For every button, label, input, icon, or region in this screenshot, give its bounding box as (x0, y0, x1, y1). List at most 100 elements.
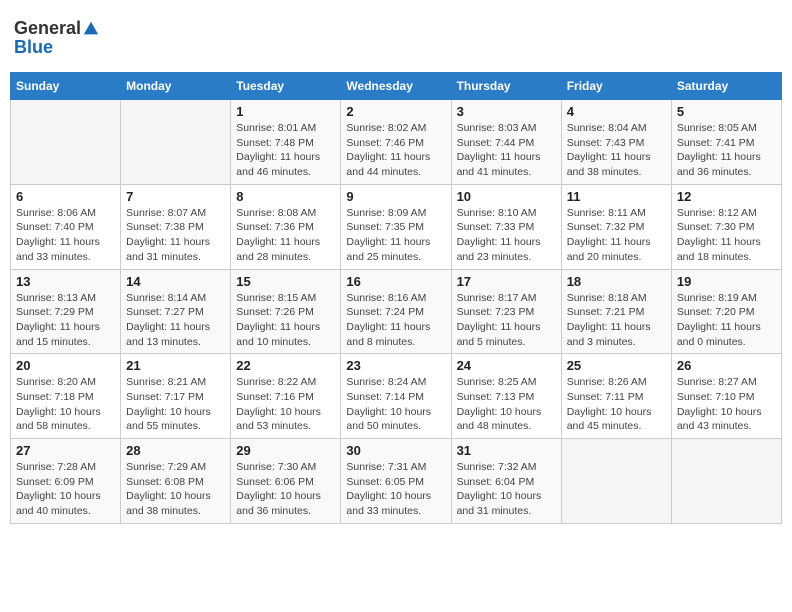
day-number: 2 (346, 104, 445, 119)
calendar-cell: 9 Sunrise: 8:09 AM Sunset: 7:35 PM Daylig… (341, 184, 451, 269)
day-info: Sunrise: 8:06 AM Sunset: 7:40 PM Dayligh… (16, 206, 115, 265)
day-number: 4 (567, 104, 666, 119)
calendar-cell: 19 Sunrise: 8:19 AM Sunset: 7:20 PM Dayli… (671, 269, 781, 354)
day-number: 7 (126, 189, 225, 204)
day-info: Sunrise: 8:05 AM Sunset: 7:41 PM Dayligh… (677, 121, 776, 180)
calendar-cell: 30 Sunrise: 7:31 AM Sunset: 6:05 PM Dayli… (341, 439, 451, 524)
day-info: Sunrise: 8:19 AM Sunset: 7:20 PM Dayligh… (677, 291, 776, 350)
day-number: 20 (16, 358, 115, 373)
calendar-header-row: SundayMondayTuesdayWednesdayThursdayFrid… (11, 73, 782, 100)
calendar-cell: 25Sunrise: 8:26 AM Sunset: 7:11 PM Dayli… (561, 354, 671, 439)
day-number: 22 (236, 358, 335, 373)
calendar-cell: 16 Sunrise: 8:16 AM Sunset: 7:24 PM Dayli… (341, 269, 451, 354)
day-info: Sunrise: 8:13 AM Sunset: 7:29 PM Dayligh… (16, 291, 115, 350)
day-info: Sunrise: 8:22 AM Sunset: 7:16 PM Dayligh… (236, 375, 335, 434)
day-info: Sunrise: 8:27 AM Sunset: 7:10 PM Dayligh… (677, 375, 776, 434)
day-number: 27 (16, 443, 115, 458)
calendar-cell: 15Sunrise: 8:15 AM Sunset: 7:26 PM Dayli… (231, 269, 341, 354)
day-info: Sunrise: 8:08 AM Sunset: 7:36 PM Dayligh… (236, 206, 335, 265)
day-header-saturday: Saturday (671, 73, 781, 100)
day-number: 13 (16, 274, 115, 289)
calendar-cell: 26 Sunrise: 8:27 AM Sunset: 7:10 PM Dayli… (671, 354, 781, 439)
day-number: 26 (677, 358, 776, 373)
calendar-cell: 21Sunrise: 8:21 AM Sunset: 7:17 PM Dayli… (121, 354, 231, 439)
day-info: Sunrise: 8:24 AM Sunset: 7:14 PM Dayligh… (346, 375, 445, 434)
calendar-cell (671, 439, 781, 524)
day-number: 10 (457, 189, 556, 204)
day-number: 12 (677, 189, 776, 204)
day-number: 3 (457, 104, 556, 119)
day-number: 14 (126, 274, 225, 289)
day-number: 21 (126, 358, 225, 373)
day-info: Sunrise: 7:31 AM Sunset: 6:05 PM Dayligh… (346, 460, 445, 519)
day-info: Sunrise: 8:01 AM Sunset: 7:48 PM Dayligh… (236, 121, 335, 180)
day-number: 1 (236, 104, 335, 119)
calendar-cell (561, 439, 671, 524)
day-number: 25 (567, 358, 666, 373)
day-info: Sunrise: 8:04 AM Sunset: 7:43 PM Dayligh… (567, 121, 666, 180)
calendar-cell: 18Sunrise: 8:18 AM Sunset: 7:21 PM Dayli… (561, 269, 671, 354)
calendar-cell: 22 Sunrise: 8:22 AM Sunset: 7:16 PM Dayli… (231, 354, 341, 439)
day-number: 5 (677, 104, 776, 119)
day-number: 16 (346, 274, 445, 289)
day-info: Sunrise: 8:20 AM Sunset: 7:18 PM Dayligh… (16, 375, 115, 434)
calendar-cell: 28 Sunrise: 7:29 AM Sunset: 6:08 PM Dayli… (121, 439, 231, 524)
calendar-cell: 31Sunrise: 7:32 AM Sunset: 6:04 PM Dayli… (451, 439, 561, 524)
day-number: 30 (346, 443, 445, 458)
day-info: Sunrise: 8:16 AM Sunset: 7:24 PM Dayligh… (346, 291, 445, 350)
day-number: 11 (567, 189, 666, 204)
calendar-cell: 7 Sunrise: 8:07 AM Sunset: 7:38 PM Daylig… (121, 184, 231, 269)
calendar-cell (121, 100, 231, 185)
calendar-cell: 24Sunrise: 8:25 AM Sunset: 7:13 PM Dayli… (451, 354, 561, 439)
day-number: 18 (567, 274, 666, 289)
logo: General Blue (14, 18, 100, 58)
day-info: Sunrise: 8:09 AM Sunset: 7:35 PM Dayligh… (346, 206, 445, 265)
calendar-cell: 10 Sunrise: 8:10 AM Sunset: 7:33 PM Dayli… (451, 184, 561, 269)
calendar-week-row: 1 Sunrise: 8:01 AM Sunset: 7:48 PM Daylig… (11, 100, 782, 185)
calendar-cell: 14 Sunrise: 8:14 AM Sunset: 7:27 PM Dayli… (121, 269, 231, 354)
logo-icon (82, 20, 100, 38)
day-info: Sunrise: 7:28 AM Sunset: 6:09 PM Dayligh… (16, 460, 115, 519)
page-header: General Blue (10, 10, 782, 66)
calendar-week-row: 20 Sunrise: 8:20 AM Sunset: 7:18 PM Dayli… (11, 354, 782, 439)
calendar-cell: 11 Sunrise: 8:11 AM Sunset: 7:32 PM Dayli… (561, 184, 671, 269)
logo-blue-text: Blue (14, 37, 53, 58)
day-header-thursday: Thursday (451, 73, 561, 100)
calendar-cell: 17 Sunrise: 8:17 AM Sunset: 7:23 PM Dayli… (451, 269, 561, 354)
day-info: Sunrise: 8:14 AM Sunset: 7:27 PM Dayligh… (126, 291, 225, 350)
calendar-cell: 4 Sunrise: 8:04 AM Sunset: 7:43 PM Daylig… (561, 100, 671, 185)
day-number: 9 (346, 189, 445, 204)
calendar-cell: 23 Sunrise: 8:24 AM Sunset: 7:14 PM Dayli… (341, 354, 451, 439)
day-number: 28 (126, 443, 225, 458)
day-number: 23 (346, 358, 445, 373)
calendar-cell: 6 Sunrise: 8:06 AM Sunset: 7:40 PM Daylig… (11, 184, 121, 269)
calendar-cell: 20 Sunrise: 8:20 AM Sunset: 7:18 PM Dayli… (11, 354, 121, 439)
calendar-cell: 13 Sunrise: 8:13 AM Sunset: 7:29 PM Dayli… (11, 269, 121, 354)
day-number: 6 (16, 189, 115, 204)
calendar-table: SundayMondayTuesdayWednesdayThursdayFrid… (10, 72, 782, 524)
day-number: 19 (677, 274, 776, 289)
calendar-cell: 5 Sunrise: 8:05 AM Sunset: 7:41 PM Daylig… (671, 100, 781, 185)
calendar-cell: 12 Sunrise: 8:12 AM Sunset: 7:30 PM Dayli… (671, 184, 781, 269)
day-info: Sunrise: 8:17 AM Sunset: 7:23 PM Dayligh… (457, 291, 556, 350)
day-header-wednesday: Wednesday (341, 73, 451, 100)
day-info: Sunrise: 8:02 AM Sunset: 7:46 PM Dayligh… (346, 121, 445, 180)
day-number: 17 (457, 274, 556, 289)
day-info: Sunrise: 8:07 AM Sunset: 7:38 PM Dayligh… (126, 206, 225, 265)
day-info: Sunrise: 7:32 AM Sunset: 6:04 PM Dayligh… (457, 460, 556, 519)
day-number: 8 (236, 189, 335, 204)
day-info: Sunrise: 7:29 AM Sunset: 6:08 PM Dayligh… (126, 460, 225, 519)
day-header-sunday: Sunday (11, 73, 121, 100)
day-header-friday: Friday (561, 73, 671, 100)
day-number: 24 (457, 358, 556, 373)
calendar-week-row: 13 Sunrise: 8:13 AM Sunset: 7:29 PM Dayli… (11, 269, 782, 354)
day-info: Sunrise: 8:10 AM Sunset: 7:33 PM Dayligh… (457, 206, 556, 265)
day-info: Sunrise: 8:12 AM Sunset: 7:30 PM Dayligh… (677, 206, 776, 265)
day-info: Sunrise: 8:15 AM Sunset: 7:26 PM Dayligh… (236, 291, 335, 350)
day-header-monday: Monday (121, 73, 231, 100)
day-header-tuesday: Tuesday (231, 73, 341, 100)
day-info: Sunrise: 7:30 AM Sunset: 6:06 PM Dayligh… (236, 460, 335, 519)
day-info: Sunrise: 8:11 AM Sunset: 7:32 PM Dayligh… (567, 206, 666, 265)
calendar-cell: 1 Sunrise: 8:01 AM Sunset: 7:48 PM Daylig… (231, 100, 341, 185)
day-number: 29 (236, 443, 335, 458)
